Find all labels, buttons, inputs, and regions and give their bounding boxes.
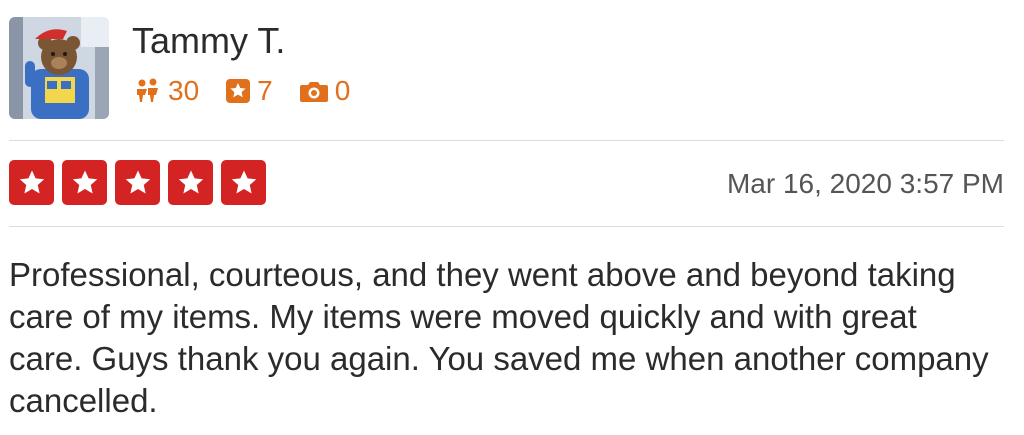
reviews-count-value: 7 — [257, 75, 273, 106]
star-icon — [9, 160, 54, 205]
star-icon — [62, 160, 107, 205]
review-text: Professional, courteous, and they went a… — [9, 256, 989, 419]
review-date: Mar 16, 2020 3:57 PM — [726, 168, 1004, 199]
star-icon — [221, 160, 266, 205]
divider — [9, 226, 1004, 227]
user-stats: 30 7 0 — [134, 74, 376, 108]
camera-icon — [299, 82, 328, 102]
star-rating — [9, 160, 274, 205]
photos-count: 0 — [299, 74, 351, 108]
reviews-count: 7 — [225, 74, 273, 108]
reviews-star-icon — [226, 79, 251, 103]
friends-count: 30 — [134, 74, 199, 108]
avatar[interactable] — [9, 17, 109, 119]
teddy-bear-avatar-icon — [9, 17, 109, 119]
user-name[interactable]: Tammy T. — [132, 20, 285, 62]
photos-count-value: 0 — [334, 75, 351, 106]
divider — [9, 140, 1004, 141]
friends-icon — [137, 78, 158, 102]
friends-count-value: 30 — [168, 75, 200, 106]
star-icon — [168, 160, 213, 205]
star-icon — [115, 160, 160, 205]
